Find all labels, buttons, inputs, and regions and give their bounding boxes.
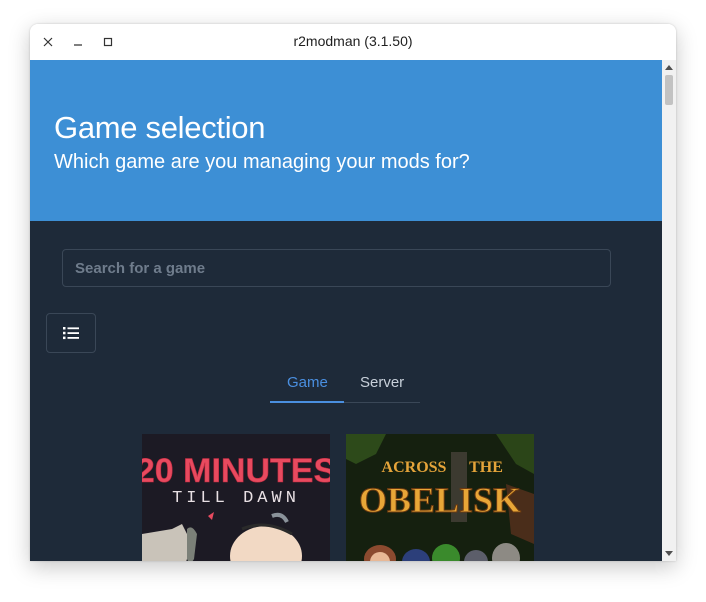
page-subtitle: Which game are you managing your mods fo… xyxy=(54,151,470,173)
app-window: r2modman (3.1.50) Game selection Which g… xyxy=(30,24,676,561)
game-type-tabs: Game Server xyxy=(270,362,420,403)
main-content: Game selection Which game are you managi… xyxy=(30,60,676,561)
title-bar[interactable]: r2modman (3.1.50) xyxy=(30,24,676,60)
list-view-toggle-button[interactable] xyxy=(46,313,96,353)
game-cover-art: ACROSS THE OBELISK xyxy=(346,434,534,561)
game-title-line1: 20 MINUTES xyxy=(142,452,330,490)
scroll-up-arrow-icon[interactable] xyxy=(665,64,673,70)
tab-game[interactable]: Game xyxy=(287,374,328,391)
active-tab-indicator xyxy=(270,401,344,403)
scroll-down-arrow-icon[interactable] xyxy=(665,551,673,557)
game-cover-art: 20 MINUTES TILL DAWN xyxy=(142,434,330,561)
game-title-line3: OBELISK xyxy=(359,480,521,520)
game-title-line1: ACROSS xyxy=(382,459,447,476)
search-input[interactable] xyxy=(62,249,611,287)
game-title-line2: THE xyxy=(469,459,503,476)
vertical-scrollbar[interactable] xyxy=(662,60,676,561)
tab-server[interactable]: Server xyxy=(360,374,404,391)
game-title-line2: TILL DAWN xyxy=(172,489,300,508)
page-title: Game selection xyxy=(54,110,266,145)
window-title: r2modman (3.1.50) xyxy=(293,33,413,49)
scrollbar-thumb[interactable] xyxy=(665,75,673,105)
game-card-across-the-obelisk[interactable]: ACROSS THE OBELISK xyxy=(346,434,534,561)
hero-banner: Game selection Which game are you managi… xyxy=(30,60,662,221)
game-card-20-minutes-till-dawn[interactable]: 20 MINUTES TILL DAWN xyxy=(142,434,330,561)
list-icon xyxy=(63,327,79,340)
